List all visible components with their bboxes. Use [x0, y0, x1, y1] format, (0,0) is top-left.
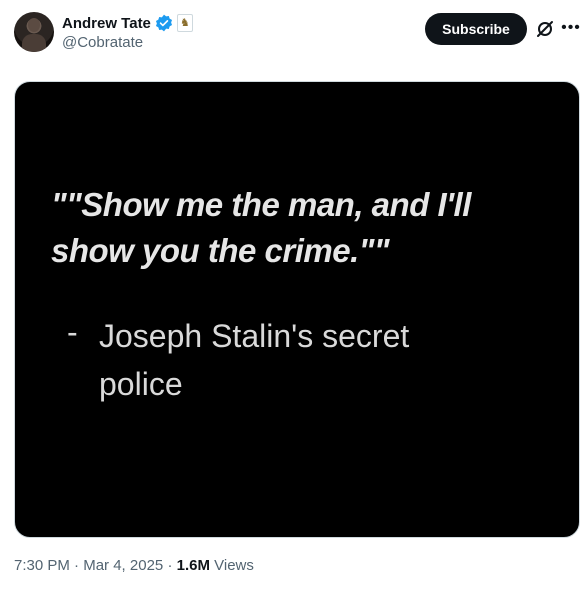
meta-separator: ·: [74, 557, 80, 574]
avatar[interactable]: [14, 12, 54, 52]
tweet-time[interactable]: 7:30 PM: [14, 557, 70, 574]
author-display-name[interactable]: Andrew Tate: [62, 15, 151, 32]
avatar-head: [28, 18, 40, 32]
more-icon[interactable]: •••: [561, 18, 581, 38]
subscribe-button[interactable]: Subscribe: [425, 13, 527, 45]
views-label: Views: [214, 557, 254, 574]
quote-text: ""Show me the man, and I'll show you the…: [51, 186, 471, 269]
verified-badge-icon[interactable]: [155, 14, 173, 32]
avatar-torso: [22, 34, 46, 52]
tweet-date[interactable]: Mar 4, 2025: [83, 557, 163, 574]
author-name-row: Andrew Tate ♞: [62, 14, 193, 32]
tweet-header: Andrew Tate ♞ @Cobratate Subscribe •••: [0, 0, 588, 70]
meta-separator: ·: [167, 557, 173, 574]
knight-chess-icon[interactable]: ♞: [176, 14, 193, 32]
views-count: 1.6M: [176, 557, 210, 574]
tweet-metadata: 7:30 PM · Mar 4, 2025 · 1.6M Views: [14, 557, 254, 574]
attribution-text: Joseph Stalin's secret police: [99, 318, 410, 402]
attribution-dash: -: [67, 314, 78, 350]
tweet-media-image[interactable]: ""Show me the man, and I'll show you the…: [14, 81, 580, 538]
grok-icon[interactable]: [535, 19, 555, 39]
author-handle[interactable]: @Cobratate: [62, 34, 143, 51]
